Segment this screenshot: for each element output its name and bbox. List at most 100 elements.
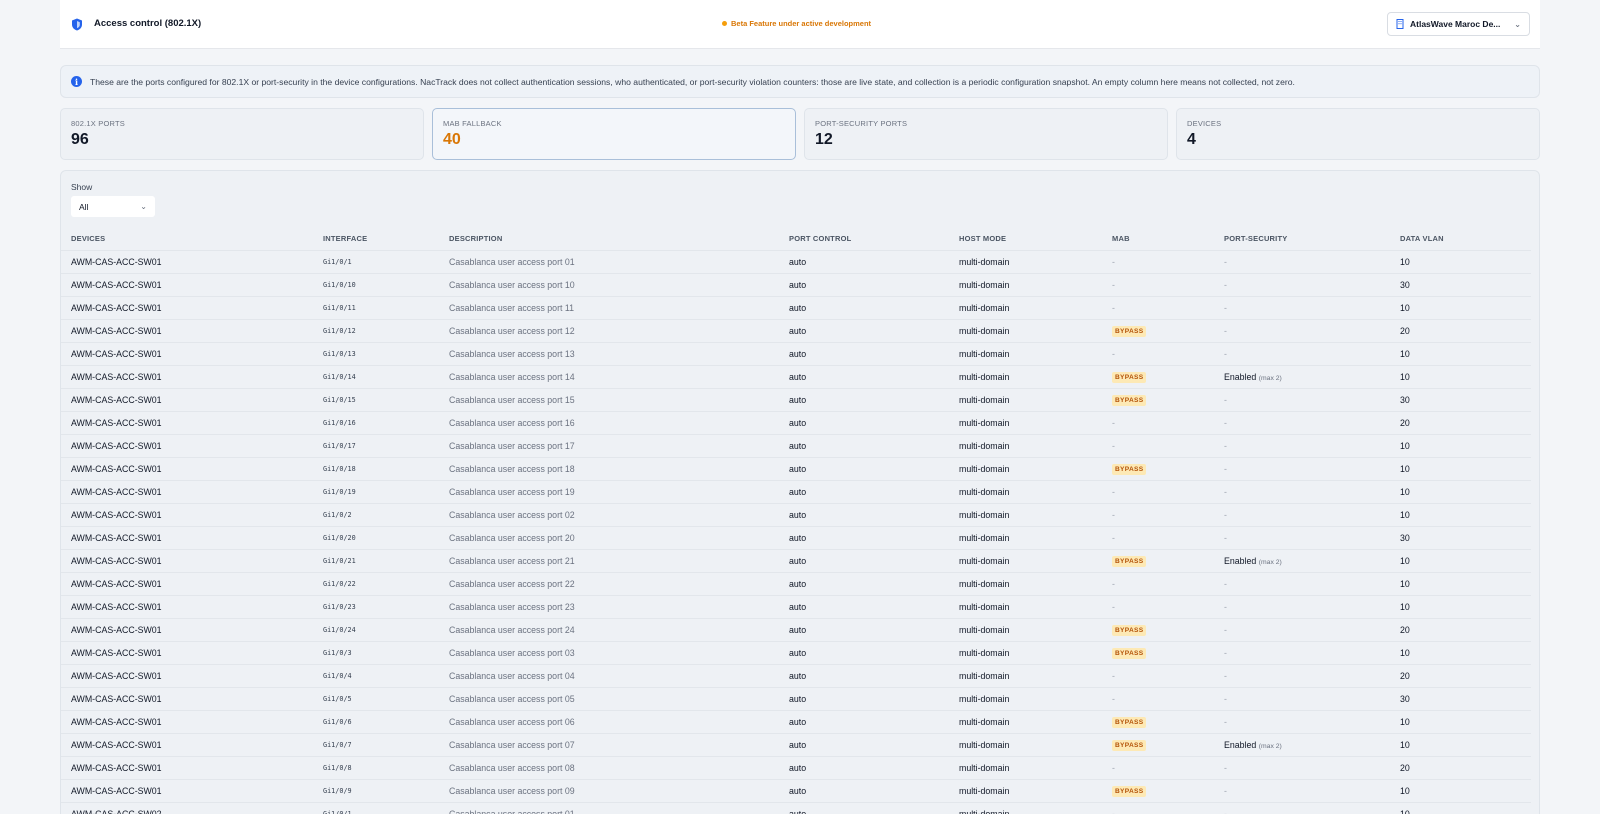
- table-row[interactable]: AWM-CAS-ACC-SW01 Gi1/0/5 Casablanca user a…: [61, 686, 1531, 710]
- column-header-port-security[interactable]: PORT-SECURITY: [1214, 227, 1390, 250]
- cell-data-vlan: 10: [1390, 502, 1531, 526]
- cell-port-control: auto: [779, 801, 949, 814]
- table-row[interactable]: AWM-CAS-ACC-SW01 Gi1/0/10 Casablanca user …: [61, 272, 1531, 296]
- cell-port-control: auto: [779, 364, 949, 388]
- cell-device: AWM-CAS-ACC-SW01: [61, 594, 313, 618]
- cell-description: Casablanca user access port 23: [439, 594, 779, 618]
- cell-interface: Gi1/0/11: [313, 295, 439, 319]
- table-row[interactable]: AWM-CAS-ACC-SW01 Gi1/0/19 Casablanca user …: [61, 479, 1531, 503]
- cell-description: Casablanca user access port 01: [439, 249, 779, 273]
- table-row[interactable]: AWM-CAS-ACC-SW01 Gi1/0/3 Casablanca user a…: [61, 640, 1531, 664]
- column-header-port-control[interactable]: PORT CONTROL: [779, 227, 949, 250]
- column-header-mab[interactable]: MAB: [1102, 227, 1214, 250]
- cell-device: AWM-CAS-ACC-SW01: [61, 295, 313, 319]
- cell-port-security: -: [1214, 801, 1390, 814]
- cell-data-vlan: 10: [1390, 548, 1531, 572]
- stat-card-8021x-ports[interactable]: 802.1X PORTS 96: [60, 108, 424, 160]
- cell-host-mode: multi-domain: [949, 364, 1102, 388]
- cell-interface: Gi1/0/18: [313, 456, 439, 480]
- cell-device: AWM-CAS-ACC-SW01: [61, 663, 313, 687]
- table-row[interactable]: AWM-CAS-ACC-SW01 Gi1/0/8 Casablanca user a…: [61, 755, 1531, 779]
- table-row[interactable]: AWM-CAS-ACC-SW01 Gi1/0/14 Casablanca user …: [61, 364, 1531, 388]
- cell-port-security: -: [1214, 640, 1390, 664]
- table-row[interactable]: AWM-CAS-ACC-SW01 Gi1/0/18 Casablanca user …: [61, 456, 1531, 480]
- cell-port-security: -: [1214, 479, 1390, 503]
- table-row[interactable]: AWM-CAS-ACC-SW01 Gi1/0/17 Casablanca user …: [61, 433, 1531, 457]
- info-icon: i: [71, 76, 82, 87]
- cell-data-vlan: 10: [1390, 433, 1531, 457]
- stat-card-mab-fallback[interactable]: MAB FALLBACK 40: [432, 108, 796, 160]
- cell-mab: BYPASS: [1102, 617, 1214, 641]
- stat-card-devices[interactable]: DEVICES 4: [1176, 108, 1540, 160]
- table-row[interactable]: AWM-CAS-ACC-SW01 Gi1/0/7 Casablanca user a…: [61, 732, 1531, 756]
- cell-port-control: auto: [779, 594, 949, 618]
- cell-device: AWM-CAS-ACC-SW01: [61, 640, 313, 664]
- cell-interface: Gi1/0/19: [313, 479, 439, 503]
- column-header-host-mode[interactable]: HOST MODE: [949, 227, 1102, 250]
- cell-data-vlan: 20: [1390, 410, 1531, 434]
- table-row[interactable]: AWM-CAS-ACC-SW02 Gi1/0/1 Casablanca user a…: [61, 801, 1531, 814]
- table-row[interactable]: AWM-CAS-ACC-SW01 Gi1/0/22 Casablanca user …: [61, 571, 1531, 595]
- cell-device: AWM-CAS-ACC-SW01: [61, 456, 313, 480]
- cell-port-control: auto: [779, 318, 949, 342]
- table-row[interactable]: AWM-CAS-ACC-SW01 Gi1/0/13 Casablanca user …: [61, 341, 1531, 365]
- organization-select[interactable]: AtlasWave Maroc De... ⌄: [1387, 12, 1530, 36]
- mab-bypass-badge: BYPASS: [1112, 624, 1147, 636]
- table-row[interactable]: AWM-CAS-ACC-SW01 Gi1/0/6 Casablanca user a…: [61, 709, 1531, 733]
- cell-port-security: -: [1214, 663, 1390, 687]
- cell-data-vlan: 10: [1390, 295, 1531, 319]
- mab-bypass-badge: BYPASS: [1112, 555, 1147, 567]
- cell-device: AWM-CAS-ACC-SW01: [61, 778, 313, 802]
- cell-host-mode: multi-domain: [949, 295, 1102, 319]
- port-security-max: (max 2): [1258, 374, 1282, 382]
- organization-name: AtlasWave Maroc De...: [1410, 19, 1501, 29]
- top-bar: Access control (802.1X) Beta Feature und…: [60, 0, 1540, 49]
- cell-mab: -: [1102, 433, 1214, 457]
- cell-device: AWM-CAS-ACC-SW01: [61, 686, 313, 710]
- cell-description: Casablanca user access port 07: [439, 732, 779, 756]
- port-security-max: (max 2): [1258, 742, 1282, 750]
- column-header-data-vlan[interactable]: DATA VLAN: [1390, 227, 1531, 250]
- cell-device: AWM-CAS-ACC-SW01: [61, 249, 313, 273]
- table-row[interactable]: AWM-CAS-ACC-SW01 Gi1/0/1 Casablanca user a…: [61, 249, 1531, 273]
- cell-port-security: -: [1214, 387, 1390, 411]
- cell-device: AWM-CAS-ACC-SW01: [61, 341, 313, 365]
- cell-data-vlan: 10: [1390, 341, 1531, 365]
- cell-interface: Gi1/0/1: [313, 249, 439, 273]
- cell-mab: -: [1102, 686, 1214, 710]
- show-filter-select[interactable]: All ⌄: [71, 196, 155, 217]
- cell-port-control: auto: [779, 295, 949, 319]
- table-row[interactable]: AWM-CAS-ACC-SW01 Gi1/0/16 Casablanca user …: [61, 410, 1531, 434]
- cell-mab: -: [1102, 249, 1214, 273]
- table-row[interactable]: AWM-CAS-ACC-SW01 Gi1/0/11 Casablanca user …: [61, 295, 1531, 319]
- cell-mab: BYPASS: [1102, 548, 1214, 572]
- cell-interface: Gi1/0/20: [313, 525, 439, 549]
- mab-bypass-badge: BYPASS: [1112, 739, 1147, 751]
- cell-mab: BYPASS: [1102, 387, 1214, 411]
- page-title: Access control (802.1X): [94, 18, 202, 29]
- table-row[interactable]: AWM-CAS-ACC-SW01 Gi1/0/24 Casablanca user …: [61, 617, 1531, 641]
- table-row[interactable]: AWM-CAS-ACC-SW01 Gi1/0/20 Casablanca user …: [61, 525, 1531, 549]
- cell-port-control: auto: [779, 640, 949, 664]
- table-row[interactable]: AWM-CAS-ACC-SW01 Gi1/0/23 Casablanca user …: [61, 594, 1531, 618]
- cell-interface: Gi1/0/5: [313, 686, 439, 710]
- cell-host-mode: multi-domain: [949, 456, 1102, 480]
- table-row[interactable]: AWM-CAS-ACC-SW01 Gi1/0/4 Casablanca user a…: [61, 663, 1531, 687]
- cell-interface: Gi1/0/24: [313, 617, 439, 641]
- table-row[interactable]: AWM-CAS-ACC-SW01 Gi1/0/9 Casablanca user a…: [61, 778, 1531, 802]
- column-header-interface[interactable]: INTERFACE: [313, 227, 439, 250]
- table-row[interactable]: AWM-CAS-ACC-SW01 Gi1/0/12 Casablanca user …: [61, 318, 1531, 342]
- table-header-row: DEVICES INTERFACE DESCRIPTION PORT CONTR…: [61, 227, 1531, 250]
- column-header-description[interactable]: DESCRIPTION: [439, 227, 779, 250]
- table-row[interactable]: AWM-CAS-ACC-SW01 Gi1/0/2 Casablanca user a…: [61, 502, 1531, 526]
- column-header-devices[interactable]: DEVICES: [61, 227, 313, 250]
- stat-value: 96: [71, 131, 89, 148]
- cell-host-mode: multi-domain: [949, 341, 1102, 365]
- cell-mab: -: [1102, 663, 1214, 687]
- beta-badge: Beta Feature under active development: [722, 19, 871, 28]
- stat-card-port-security[interactable]: PORT-SECURITY PORTS 12: [804, 108, 1168, 160]
- cell-interface: Gi1/0/13: [313, 341, 439, 365]
- cell-host-mode: multi-domain: [949, 479, 1102, 503]
- table-row[interactable]: AWM-CAS-ACC-SW01 Gi1/0/21 Casablanca user …: [61, 548, 1531, 572]
- table-row[interactable]: AWM-CAS-ACC-SW01 Gi1/0/15 Casablanca user …: [61, 387, 1531, 411]
